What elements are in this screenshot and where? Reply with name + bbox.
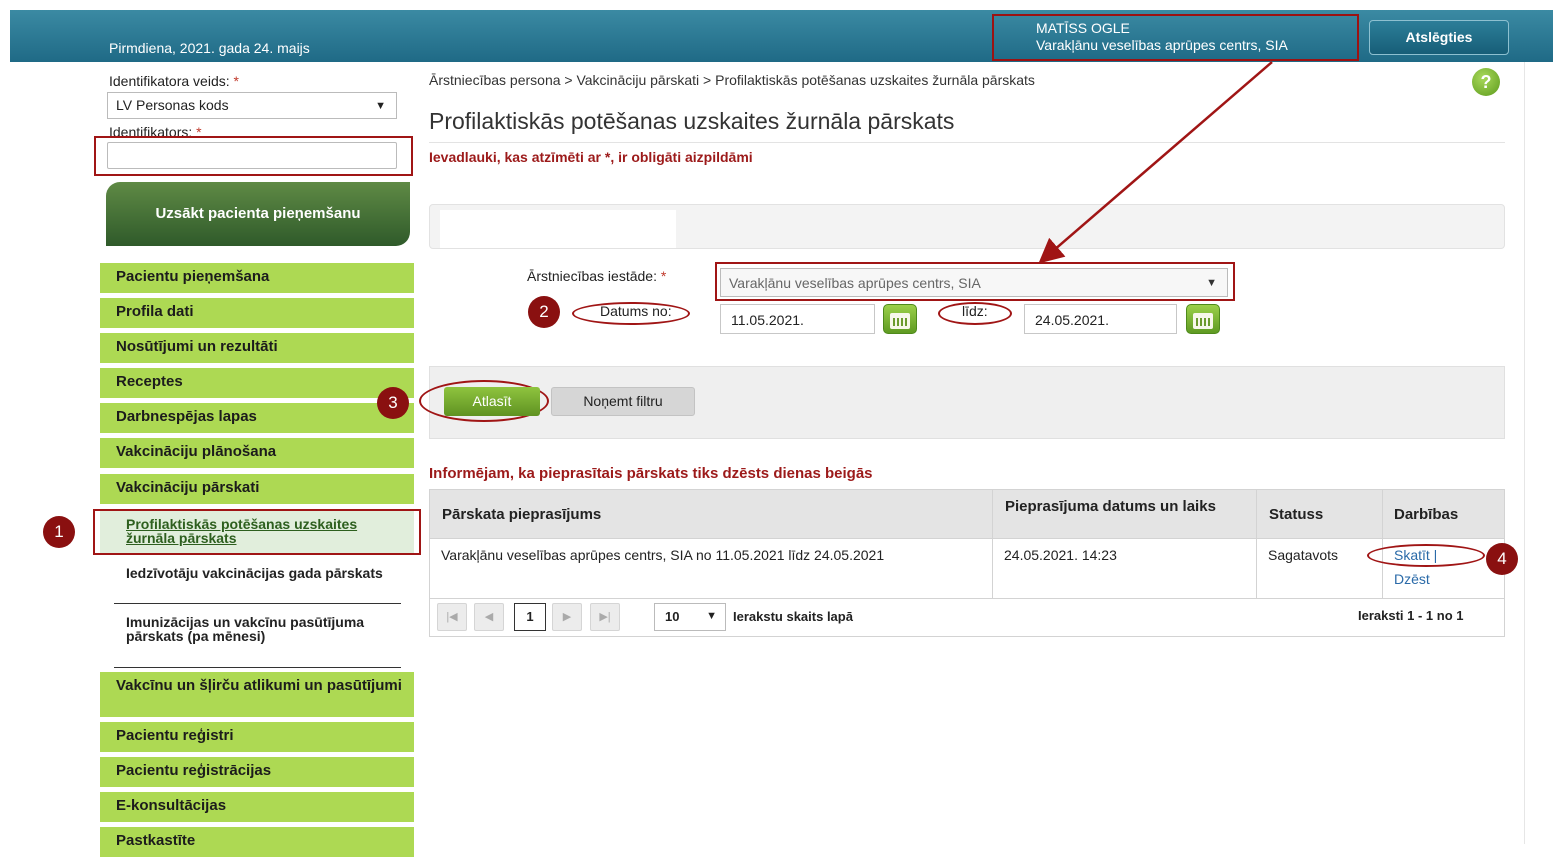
user-organization: Varakļānu veselības aprūpes centrs, SIA — [1036, 37, 1288, 53]
nav-profile-data[interactable]: Profila dati — [100, 298, 414, 329]
institution-value: Varakļānu veselības aprūpes centrs, SIA — [729, 275, 981, 291]
column-divider — [1382, 489, 1383, 599]
page-size-label: Ierakstu skaits lapā — [733, 609, 853, 624]
date-from-label: Datums no: — [600, 303, 672, 319]
page-size-value: 10 — [665, 609, 680, 624]
records-summary: Ieraksti 1 - 1 no 1 — [1358, 608, 1464, 623]
logout-button[interactable]: Atslēgties — [1369, 20, 1509, 55]
column-header-status[interactable]: Statuss — [1269, 507, 1323, 523]
required-mark: * — [233, 73, 239, 89]
page-size-select[interactable]: 10 ▼ — [654, 603, 726, 631]
clear-filter-button[interactable]: Noņemt filtru — [551, 387, 695, 416]
content-border — [1524, 62, 1525, 844]
nav-vaccination-reports[interactable]: Vakcināciju pārskati — [100, 474, 414, 505]
current-date: Pirmdiena, 2021. gada 24. maijs — [109, 40, 310, 56]
dropdown-arrow-icon: ▼ — [375, 99, 386, 112]
annotation-badge-3: 3 — [377, 387, 409, 419]
id-type-label: Identifikatora veids: * — [109, 73, 239, 89]
delete-link[interactable]: Dzēst — [1394, 567, 1430, 591]
filter-button[interactable]: Atlasīt — [444, 387, 540, 416]
institution-select[interactable]: Varakļānu veselības aprūpes centrs, SIA … — [720, 268, 1228, 297]
column-header-actions: Darbības — [1394, 506, 1459, 523]
title-divider — [429, 142, 1505, 143]
id-type-value: LV Personas kods — [116, 97, 229, 113]
cell-datetime: 24.05.2021. 14:23 — [1004, 547, 1117, 563]
column-header-datetime[interactable]: Pieprasījuma datums un laiks — [1005, 499, 1235, 515]
column-header-request[interactable]: Pārskata pieprasījums — [442, 507, 601, 523]
nav-referrals[interactable]: Nosūtījumi un rezultāti — [100, 333, 414, 364]
previous-page-icon[interactable]: ◀ — [474, 603, 504, 631]
identifier-input[interactable] — [107, 142, 397, 169]
dropdown-arrow-icon: ▼ — [1206, 276, 1217, 289]
nav-prescriptions[interactable]: Receptes — [100, 368, 414, 399]
first-page-icon[interactable]: |◀ — [437, 603, 467, 631]
nav-mailbox[interactable]: Pastkastīte — [100, 827, 414, 858]
date-to-input[interactable]: 24.05.2021. — [1024, 304, 1177, 334]
subnav-vaccine-order-report[interactable]: Imunizācijas un vakcīnu pasūtījuma pārsk… — [126, 615, 401, 643]
nav-sick-leave[interactable]: Darbnespējas lapas — [100, 403, 414, 434]
column-divider — [992, 489, 993, 599]
breadcrumb: Ārstniecības persona > Vakcināciju pārsk… — [429, 72, 1035, 88]
nav-patient-appointment[interactable]: Pacientu pieņemšana — [100, 263, 414, 294]
help-icon[interactable]: ? — [1472, 68, 1500, 96]
calendar-icon[interactable] — [883, 304, 917, 334]
required-fields-note: Ievadlauki, kas atzīmēti ar *, ir obligā… — [429, 149, 753, 165]
tab-active[interactable] — [440, 210, 676, 248]
user-info-box: MATĪSS OGLE Varakļānu veselības aprūpes … — [992, 14, 1359, 61]
column-divider — [1256, 489, 1257, 599]
user-name: MATĪSS OGLE — [1036, 20, 1130, 36]
cell-request: Varakļānu veselības aprūpes centrs, SIA … — [441, 547, 885, 563]
last-page-icon[interactable]: ▶| — [590, 603, 620, 631]
deletion-info-note: Informējam, ka pieprasītais pārskats tik… — [429, 465, 873, 482]
subnav-divider — [114, 667, 401, 668]
current-page-input[interactable]: 1 — [514, 603, 546, 631]
start-appointment-button[interactable]: Uzsākt pacienta pieņemšanu — [106, 182, 410, 246]
nav-vaccine-stock[interactable]: Vakcīnu un šļirču atlikumi un pasūtījumi — [100, 672, 414, 718]
page-title: Profilaktiskās potēšanas uzskaites žurnā… — [429, 108, 955, 134]
annotation-badge-1: 1 — [43, 516, 75, 548]
nav-patient-registers[interactable]: Pacientu reģistri — [100, 722, 414, 753]
next-page-icon[interactable]: ▶ — [552, 603, 582, 631]
id-type-select[interactable]: LV Personas kods ▼ — [107, 92, 397, 119]
dropdown-arrow-icon: ▼ — [706, 610, 717, 622]
nav-patient-registrations[interactable]: Pacientu reģistrācijas — [100, 757, 414, 788]
date-to-label: līdz: — [962, 303, 988, 319]
subnav-divider — [114, 603, 401, 604]
nav-vaccination-planning[interactable]: Vakcināciju plānošana — [100, 438, 414, 469]
institution-label: Ārstniecības iestāde: * — [527, 268, 667, 284]
annotation-badge-2: 2 — [528, 296, 560, 328]
required-mark: * — [660, 268, 667, 284]
subnav-annual-vaccination-report[interactable]: Iedzīvotāju vakcinācijas gada pārskats — [126, 566, 401, 580]
nav-e-consultations[interactable]: E-konsultācijas — [100, 792, 414, 823]
cell-status: Sagatavots — [1268, 547, 1339, 563]
calendar-icon[interactable] — [1186, 304, 1220, 334]
date-from-input[interactable]: 11.05.2021. — [720, 304, 875, 334]
annotation-badge-4: 4 — [1486, 543, 1518, 575]
highlight-ellipse-view — [1367, 544, 1485, 567]
subnav-immunization-journal-report[interactable]: Profilaktiskās potēšanas uzskaites žurnā… — [126, 517, 401, 545]
